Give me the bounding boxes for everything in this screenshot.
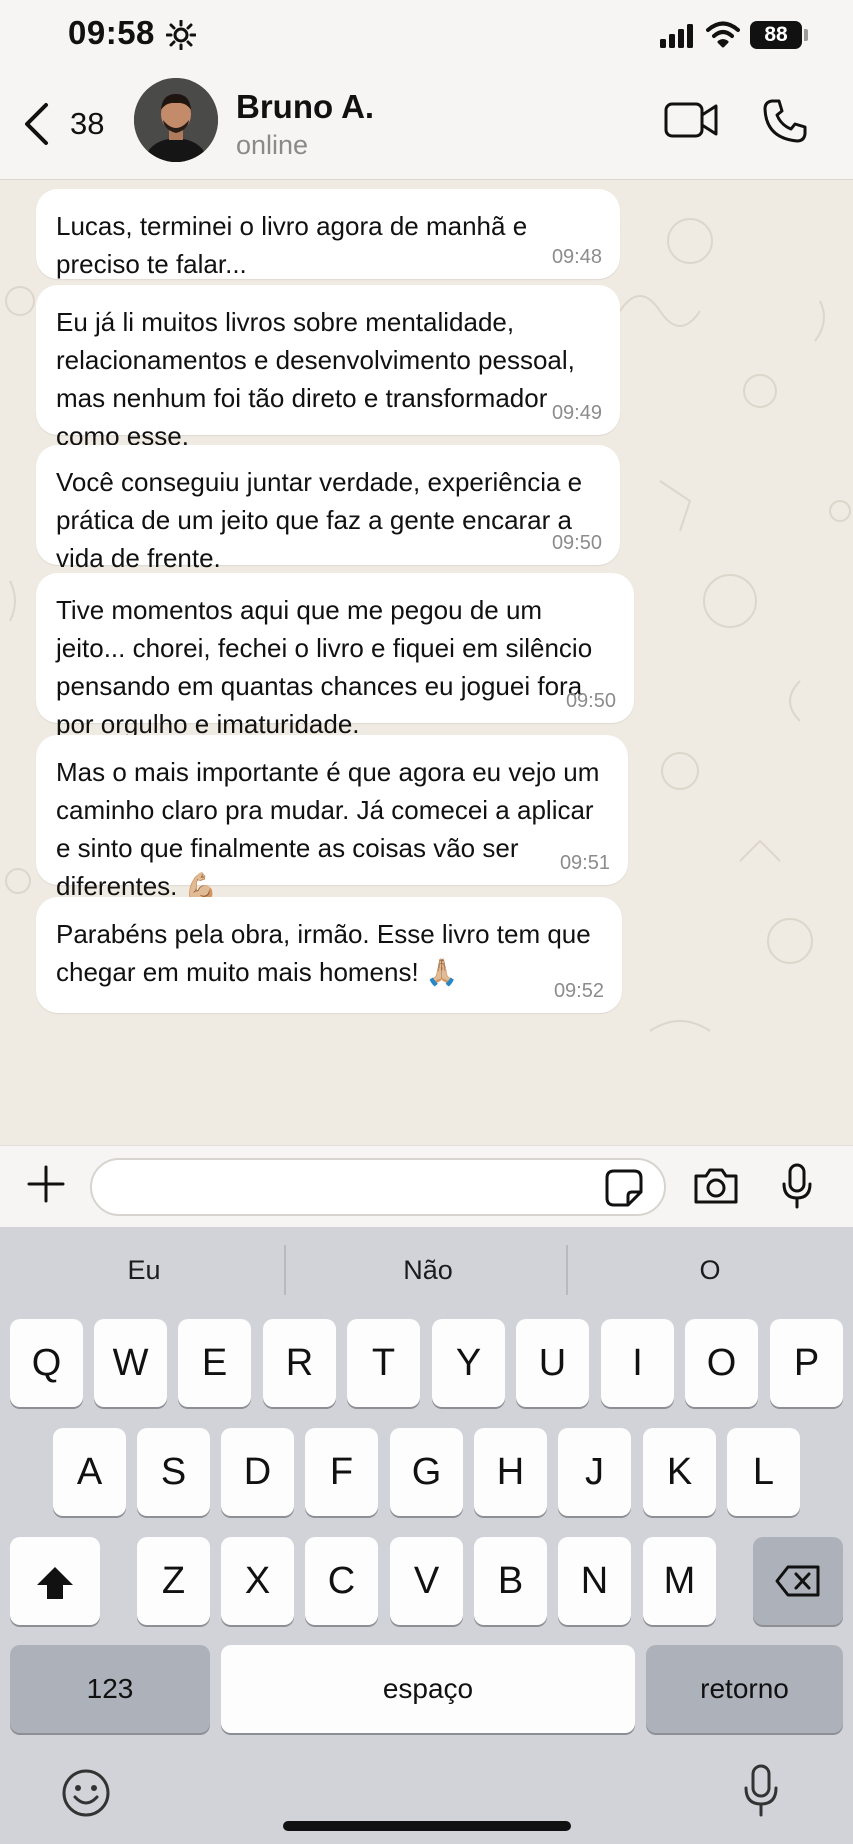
back-chevron-icon [25, 103, 48, 145]
phone-call-button[interactable] [762, 98, 808, 149]
message-bubble[interactable]: Você conseguiu juntar verdade, experiênc… [36, 445, 620, 573]
message-text: Parabéns pela obra, irmão. Esse livro te… [56, 919, 591, 987]
camera-icon [694, 1168, 738, 1204]
message-text: Lucas, terminei o livro agora de manhã e… [56, 211, 528, 279]
message-time: 09:50 [565, 690, 616, 712]
shift-key[interactable] [10, 1537, 100, 1625]
back-button[interactable] [22, 102, 50, 151]
status-bar: 09:58 88 [0, 0, 853, 66]
camera-button[interactable] [692, 1166, 740, 1211]
key-b[interactable]: B [474, 1537, 547, 1625]
message-input[interactable] [90, 1158, 666, 1216]
key-i[interactable]: I [601, 1319, 674, 1407]
suggestion-item[interactable]: O [568, 1227, 852, 1313]
emoji-icon [62, 1769, 110, 1817]
message-text: Tive momentos aqui que me pegou de um je… [56, 595, 593, 739]
message-time: 09:50 [551, 532, 602, 554]
signal-icon [660, 24, 696, 53]
message-text: Você conseguiu juntar verdade, experiênc… [56, 467, 583, 573]
key-x[interactable]: X [221, 1537, 294, 1625]
emoji-button[interactable] [60, 1767, 112, 1824]
key-w[interactable]: W [94, 1319, 167, 1407]
message-bubble[interactable]: Eu já li muitos livros sobre mentalidade… [36, 285, 620, 451]
avatar[interactable] [134, 78, 218, 162]
key-g[interactable]: G [390, 1428, 463, 1516]
message-time: 09:51 [559, 852, 610, 874]
wifi-icon [706, 20, 740, 53]
message-text: Mas o mais importante é que agora eu vej… [56, 757, 600, 901]
key-c[interactable]: C [305, 1537, 378, 1625]
message-time: 09:48 [551, 246, 602, 268]
key-t[interactable]: T [347, 1319, 420, 1407]
sticker-icon [605, 1169, 643, 1207]
contact-status: online [236, 130, 309, 160]
key-u[interactable]: U [516, 1319, 589, 1407]
key-l[interactable]: L [727, 1428, 800, 1516]
message-bubble[interactable]: Tive momentos aqui que me pegou de um je… [36, 573, 634, 739]
suggestion-item[interactable]: Não [286, 1227, 570, 1313]
chat-header: 38 Bruno A. online [0, 66, 853, 180]
key-q[interactable]: Q [10, 1319, 83, 1407]
key-v[interactable]: V [390, 1537, 463, 1625]
mic-icon [782, 1163, 812, 1209]
message-text: Eu já li muitos livros sobre mentalidade… [56, 307, 575, 451]
key-d[interactable]: D [221, 1428, 294, 1516]
key-j[interactable]: J [558, 1428, 631, 1516]
key-h[interactable]: H [474, 1428, 547, 1516]
key-k[interactable]: K [643, 1428, 716, 1516]
plus-icon [27, 1165, 65, 1203]
key-a[interactable]: A [53, 1428, 126, 1516]
key-z[interactable]: Z [137, 1537, 210, 1625]
chat-area[interactable]: Lucas, terminei o livro agora de manhã e… [0, 181, 853, 1145]
suggestion-item[interactable]: Eu [2, 1227, 286, 1313]
message-composer [0, 1145, 853, 1227]
contact-name[interactable]: Bruno A. [236, 88, 374, 126]
battery-indicator: 88 [750, 21, 802, 49]
battery-tip [804, 29, 808, 41]
video-call-button[interactable] [664, 100, 720, 145]
backspace-icon [775, 1565, 820, 1597]
sun-icon [165, 19, 197, 55]
video-call-icon [664, 102, 718, 138]
home-indicator[interactable] [283, 1821, 571, 1831]
attach-button[interactable] [26, 1164, 66, 1209]
return-key[interactable]: retorno [646, 1645, 843, 1733]
sticker-button[interactable] [604, 1168, 644, 1213]
message-time: 09:49 [551, 402, 602, 424]
message-bubble[interactable]: Parabéns pela obra, irmão. Esse livro te… [36, 897, 622, 1013]
voice-message-button[interactable] [780, 1162, 814, 1215]
key-n[interactable]: N [558, 1537, 631, 1625]
unread-count[interactable]: 38 [70, 106, 104, 142]
key-y[interactable]: Y [432, 1319, 505, 1407]
key-m[interactable]: M [643, 1537, 716, 1625]
dictation-button[interactable] [742, 1763, 780, 1824]
message-bubble[interactable]: Mas o mais importante é que agora eu vej… [36, 735, 628, 901]
status-time: 09:58 [68, 14, 155, 51]
space-key[interactable]: espaço [221, 1645, 635, 1733]
numbers-key[interactable]: 123 [10, 1645, 210, 1733]
key-f[interactable]: F [305, 1428, 378, 1516]
message-bubble[interactable]: Lucas, terminei o livro agora de manhã e… [36, 189, 620, 279]
key-o[interactable]: O [685, 1319, 758, 1407]
keyboard: Eu Não O Q W E R T Y U I O P A S D F G H… [0, 1227, 853, 1844]
dictation-icon [744, 1764, 778, 1817]
phone-call-icon [763, 99, 807, 143]
backspace-key[interactable] [753, 1537, 843, 1625]
key-p[interactable]: P [770, 1319, 843, 1407]
key-r[interactable]: R [263, 1319, 336, 1407]
message-time: 09:52 [553, 980, 604, 1002]
key-s[interactable]: S [137, 1428, 210, 1516]
key-e[interactable]: E [178, 1319, 251, 1407]
shift-icon [37, 1567, 73, 1599]
